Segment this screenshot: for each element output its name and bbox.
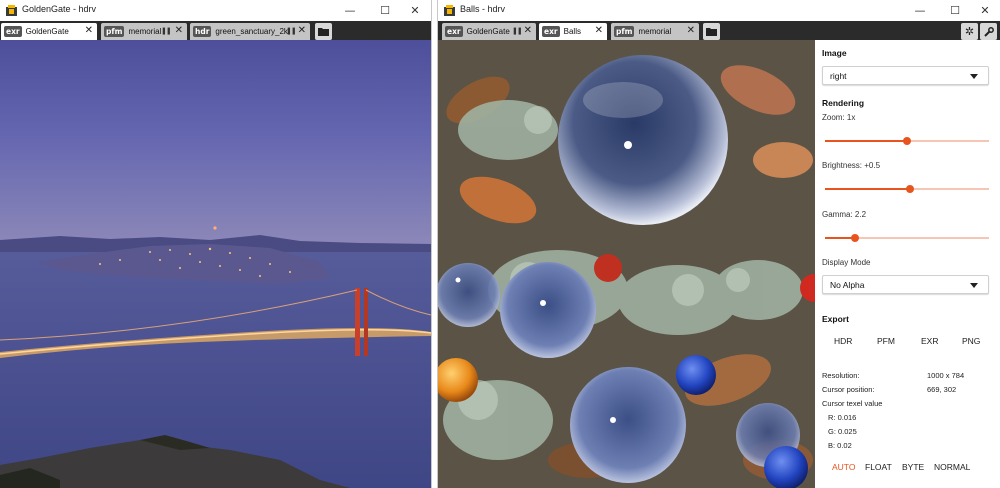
minimize-button[interactable]: — — [335, 0, 365, 21]
zoom-slider[interactable] — [825, 136, 989, 146]
resolution-label: Resolution: — [822, 371, 860, 380]
golden-gate-image — [0, 40, 431, 488]
close-tab-icon[interactable]: ✕ — [595, 25, 603, 37]
slider-thumb[interactable] — [850, 234, 859, 242]
maximize-button[interactable]: ☐ — [940, 0, 970, 21]
window-title: GoldenGate - hdrv — [22, 4, 97, 14]
image-select[interactable]: right — [822, 66, 989, 85]
texel-label: Cursor texel value — [822, 399, 883, 408]
folder-icon[interactable] — [315, 23, 332, 40]
slider-thumb[interactable] — [903, 137, 911, 145]
slider-thumb[interactable] — [906, 185, 915, 193]
export-png-button[interactable]: PNG — [962, 336, 980, 346]
minimize-button[interactable]: — — [905, 0, 935, 21]
format-badge: pfm — [614, 26, 635, 37]
display-mode-select[interactable]: No Alpha — [822, 275, 989, 294]
rendering-heading: Rendering — [822, 98, 865, 108]
close-tab-icon[interactable]: ✕ — [298, 25, 306, 37]
texel-b-value: B: 0.02 — [828, 441, 852, 450]
window-title: Balls - hdrv — [460, 4, 506, 14]
close-tab-icon[interactable]: ✕ — [687, 25, 695, 37]
pin-icon[interactable]: ❚❚ — [286, 27, 297, 35]
export-heading: Export — [822, 314, 849, 324]
close-tab-icon[interactable]: ✕ — [524, 25, 532, 37]
gamma-label: Gamma: 2.2 — [822, 210, 867, 219]
tab-label: GoldenGate — [25, 27, 69, 36]
tab-goldengate[interactable]: exr GoldenGate ❚❚ ✕ — [442, 23, 536, 40]
gamma-slider[interactable] — [825, 233, 989, 243]
image-viewport[interactable] — [0, 40, 431, 488]
maximize-button[interactable]: ☐ — [370, 0, 400, 21]
cursor-position-label: Cursor position: — [822, 385, 875, 394]
folder-icon[interactable] — [703, 23, 720, 40]
close-button[interactable]: ✕ — [400, 0, 430, 21]
format-badge: exr — [4, 26, 22, 37]
export-hdr-button[interactable]: HDR — [834, 336, 852, 346]
tab-bar: exr GoldenGate ❚❚ ✕ exr Balls ✕ pfm memo… — [438, 21, 1000, 40]
format-badge: hdr — [193, 26, 212, 37]
close-button[interactable]: ✕ — [970, 0, 1000, 21]
tab-memorial[interactable]: pfm memorial ✕ — [611, 23, 699, 40]
cursor-position-value: 669, 302 — [927, 385, 957, 394]
tab-memorial[interactable]: pfm memorial ❚❚ ✕ — [101, 23, 187, 40]
texel-r-value: R: 0.016 — [828, 413, 857, 422]
glass-balls-image — [438, 40, 815, 488]
mode-float-button[interactable]: FLOAT — [865, 462, 892, 472]
brightness-slider[interactable] — [825, 184, 989, 194]
chevron-down-icon — [970, 74, 978, 79]
app-icon — [6, 5, 17, 16]
settings-panel: Image right Rendering Zoom: 1x Brightnes… — [815, 40, 1000, 488]
export-pfm-button[interactable]: PFM — [877, 336, 895, 346]
close-tab-icon[interactable]: ✕ — [175, 25, 183, 37]
mode-normal-button[interactable]: NORMAL — [934, 462, 970, 472]
texel-g-value: G: 0.025 — [828, 427, 857, 436]
tab-label: memorial — [638, 27, 672, 36]
chevron-down-icon — [970, 283, 978, 288]
brightness-label: Brightness: +0.5 — [822, 161, 881, 170]
zoom-label: Zoom: 1x — [822, 113, 856, 122]
tab-label: GoldenGate — [466, 27, 510, 36]
pin-icon[interactable]: ❚❚ — [161, 27, 172, 35]
format-badge: pfm — [104, 26, 125, 37]
resolution-value: 1000 x 784 — [927, 371, 965, 380]
wrench-icon[interactable] — [980, 23, 997, 40]
display-mode-value: No Alpha — [830, 280, 865, 290]
mode-byte-button[interactable]: BYTE — [902, 462, 924, 472]
tab-label: Balls — [563, 27, 581, 36]
image-viewport[interactable] — [438, 40, 815, 488]
gear-icon[interactable]: ✲ — [961, 23, 978, 40]
pin-icon[interactable]: ❚❚ — [512, 27, 523, 35]
export-exr-button[interactable]: EXR — [921, 336, 938, 346]
title-bar[interactable]: Balls - hdrv — ☐ ✕ — [438, 0, 1000, 21]
tab-label: memorial — [128, 27, 162, 36]
tab-bar: exr GoldenGate ✕ pfm memorial ❚❚ ✕ hdr g… — [0, 21, 431, 40]
image-select-value: right — [830, 71, 847, 81]
format-badge: exr — [445, 26, 463, 37]
mode-auto-button[interactable]: AUTO — [832, 462, 855, 472]
tab-balls[interactable]: exr Balls ✕ — [539, 23, 607, 40]
format-badge: exr — [542, 26, 560, 37]
left-window: GoldenGate - hdrv — ☐ ✕ exr GoldenGate ✕… — [0, 0, 432, 488]
app-icon — [444, 5, 455, 16]
close-tab-icon[interactable]: ✕ — [85, 25, 93, 37]
display-mode-label: Display Mode — [822, 258, 871, 267]
title-bar[interactable]: GoldenGate - hdrv — ☐ ✕ — [0, 0, 431, 21]
tab-label: green_sanctuary_2k — [215, 27, 288, 36]
tab-green-sanctuary[interactable]: hdr green_sanctuary_2k ❚❚ ✕ — [190, 23, 310, 40]
image-heading: Image — [822, 48, 847, 58]
tab-goldengate[interactable]: exr GoldenGate ✕ — [1, 23, 97, 40]
